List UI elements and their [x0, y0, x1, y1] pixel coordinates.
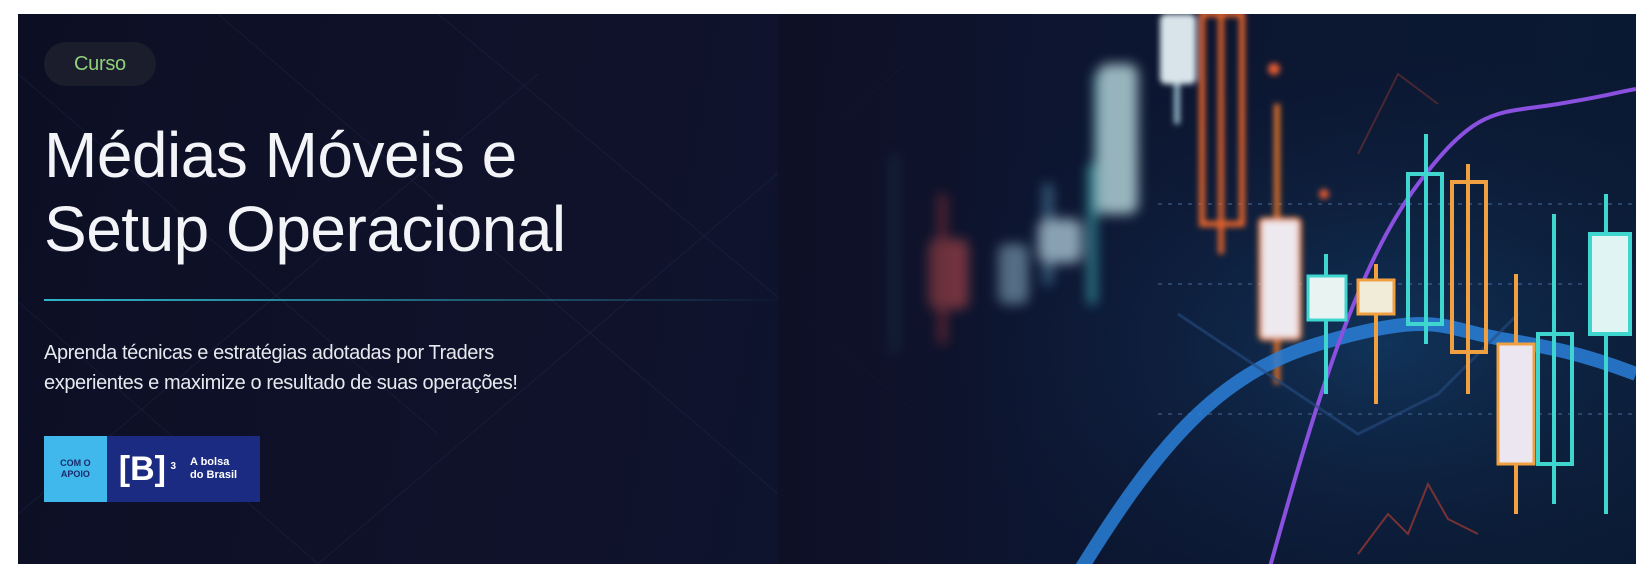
course-description: Aprenda técnicas e estratégias adotadas …: [44, 338, 684, 398]
b3-tagline-line-1: A bolsa: [190, 456, 230, 468]
b3-letter: B: [130, 450, 155, 488]
description-line-1: Aprenda técnicas e estratégias adotadas …: [44, 342, 494, 364]
image-fade-overlay: [778, 14, 1038, 564]
b3-mark: [B] 3: [118, 450, 176, 488]
description-line-2: experientes e maximize o resultado de su…: [44, 372, 518, 394]
support-label: COM O APOIO: [44, 436, 107, 502]
b3-superscript: 3: [170, 461, 176, 472]
b3-sponsor-logo: COM O APOIO [B] 3 A bolsa do Brasil: [44, 436, 260, 502]
title-line-1: Médias Móveis e: [44, 119, 517, 191]
b3-tagline-line-2: do Brasil: [190, 469, 238, 481]
b3-tagline: A bolsa do Brasil: [190, 456, 260, 482]
b3-brand-block: [B] 3 A bolsa do Brasil: [106, 436, 260, 502]
support-line-1: COM O: [60, 458, 91, 468]
title-line-2: Setup Operacional: [44, 193, 566, 265]
title-divider: [44, 299, 784, 301]
course-badge: Curso: [44, 42, 156, 86]
page-title: Médias Móveis e Setup Operacional: [44, 118, 804, 266]
support-line-2: APOIO: [60, 469, 90, 479]
course-banner: [18, 14, 1636, 564]
